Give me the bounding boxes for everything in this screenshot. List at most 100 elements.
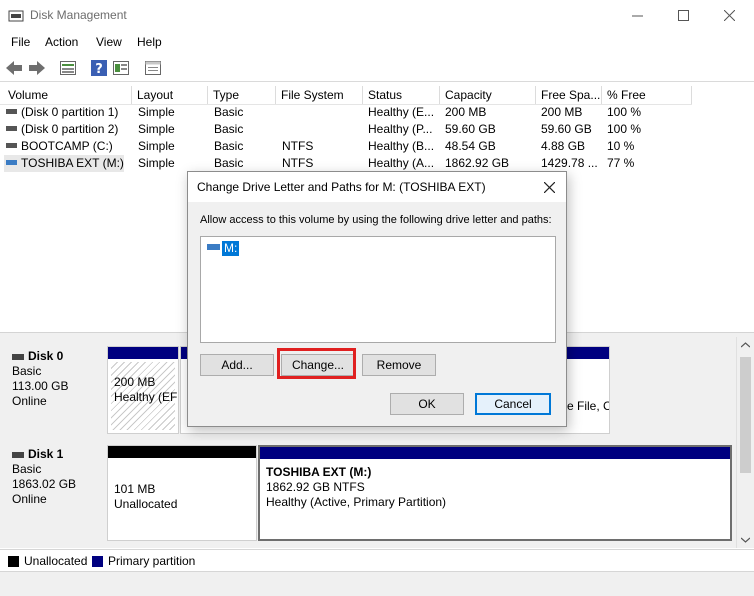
status-cell: Healthy (A... [368,156,435,170]
table-row[interactable]: (Disk 0 partition 1) Simple Basic Health… [0,104,700,121]
free-cell: 59.60 GB [541,122,592,136]
partition-info: 200 MB Healthy (EF [114,375,177,405]
status-cell: Healthy (B... [368,139,435,153]
help-button[interactable]: ? [89,58,109,78]
properties-button[interactable] [111,58,131,78]
free-cell: 1429.78 ... [541,156,598,170]
minimize-icon [631,15,643,16]
back-button[interactable] [4,58,24,78]
add-button[interactable]: Add... [200,354,274,376]
disk-type: Basic [12,364,42,378]
help-icon: ? [91,60,107,76]
status-bar [0,571,754,596]
capacity-cell: 59.60 GB [445,122,496,136]
cancel-button[interactable]: Cancel [475,393,551,415]
scrollbar-thumb[interactable] [740,357,751,473]
minimize-button[interactable] [614,0,660,30]
column-layout[interactable]: Layout [132,86,208,104]
console-button[interactable] [143,58,163,78]
volume-name: (Disk 0 partition 2) [21,122,119,136]
ok-button[interactable]: OK [390,393,464,415]
column-free-space[interactable]: Free Spa... [536,86,602,104]
scroll-down-icon[interactable] [741,537,750,543]
list-view-button[interactable] [58,58,78,78]
change-drive-letter-dialog: Change Drive Letter and Paths for M: (TO… [187,171,567,427]
partition-size: 1862.92 GB NTFS [266,480,365,494]
column-status[interactable]: Status [363,86,440,104]
window-title: Disk Management [30,8,127,22]
list-item[interactable]: M: [207,240,240,256]
pct-cell: 77 % [607,156,635,170]
scroll-up-icon[interactable] [741,342,750,348]
partition-title: TOSHIBA EXT (M:) [266,465,372,479]
disk-view-scrollbar[interactable] [736,337,754,548]
forward-button[interactable] [27,58,47,78]
dialog-title: Change Drive Letter and Paths for M: (TO… [197,180,486,194]
type-cell: Basic [214,139,244,153]
properties-icon [113,61,129,75]
pct-cell: 100 % [607,105,642,119]
column-capacity[interactable]: Capacity [440,86,536,104]
type-cell: Basic [214,156,244,170]
disk-name: Disk 0 [28,349,64,363]
primary-partition-swatch [92,556,103,567]
partition-size: 101 MB [114,482,156,496]
capacity-cell: 1862.92 GB [445,156,510,170]
dialog-close-button[interactable] [540,178,558,196]
disk-size: 1863.02 GB [12,477,77,491]
disk-type: Basic [12,462,42,476]
forward-arrow-icon [29,61,45,75]
status-cell: Healthy (P... [368,122,433,136]
drive-letter-item[interactable]: M: [222,240,240,256]
volume-name: TOSHIBA EXT (M:) [21,156,124,170]
column-file-system[interactable]: File System [276,86,363,104]
external-drive-icon [6,160,17,166]
disk-0-label[interactable]: Disk 0 Basic 113.00 GB Online [4,343,104,435]
partition-bar [108,347,178,359]
external-drive-icon [207,244,220,250]
disk-state: Online [12,492,47,506]
close-button[interactable] [706,0,752,30]
menu-file[interactable]: File [11,35,30,49]
close-icon [543,181,555,193]
menu-action[interactable]: Action [45,35,78,49]
disk1-partition-toshiba[interactable]: TOSHIBA EXT (M:) 1862.92 GB NTFS Healthy… [258,445,732,541]
type-cell: Basic [214,105,244,119]
partition-bar [260,447,730,459]
back-arrow-icon [6,61,22,75]
table-row[interactable]: TOSHIBA EXT (M:) Simple Basic NTFS Healt… [0,155,700,172]
menu-view[interactable]: View [96,35,122,49]
legend: Unallocated Primary partition [0,549,754,571]
drive-icon [6,126,17,132]
disk-name: Disk 1 [28,447,64,461]
remove-button[interactable]: Remove [362,354,436,376]
disk1-unallocated[interactable]: 101 MB Unallocated [107,445,257,541]
volume-cell: BOOTCAMP (C:) [6,138,130,155]
table-row[interactable]: BOOTCAMP (C:) Simple Basic NTFS Healthy … [0,138,700,155]
menu-bar: File Action View Help [0,32,754,54]
column-volume[interactable]: Volume [3,86,132,104]
legend-unallocated: Unallocated [24,554,88,568]
menu-help[interactable]: Help [137,35,162,49]
disk-icon [12,353,24,360]
maximize-button[interactable] [660,0,706,30]
fs-cell: NTFS [282,156,314,170]
partition-info: 101 MB Unallocated [114,482,177,512]
status-cell: Healthy (E... [368,105,435,119]
unallocated-swatch [8,556,19,567]
disk0-partition-efi[interactable]: 200 MB Healthy (EF [107,346,179,434]
type-cell: Basic [214,122,244,136]
layout-cell: Simple [138,105,175,119]
column-type[interactable]: Type [208,86,276,104]
table-row[interactable]: (Disk 0 partition 2) Simple Basic Health… [0,121,700,138]
fs-cell: NTFS [282,139,314,153]
drive-icon [6,143,17,149]
svg-text:?: ? [95,62,103,76]
disk-1-label[interactable]: Disk 1 Basic 1863.02 GB Online [4,441,104,541]
drive-paths-list[interactable]: M: [200,236,556,343]
partition-status: Healthy (Active, Primary Partition) [266,495,447,509]
free-cell: 4.88 GB [541,139,586,153]
column-percent-free[interactable]: % Free [602,86,692,104]
layout-cell: Simple [138,139,175,153]
disk-state: Online [12,394,47,408]
